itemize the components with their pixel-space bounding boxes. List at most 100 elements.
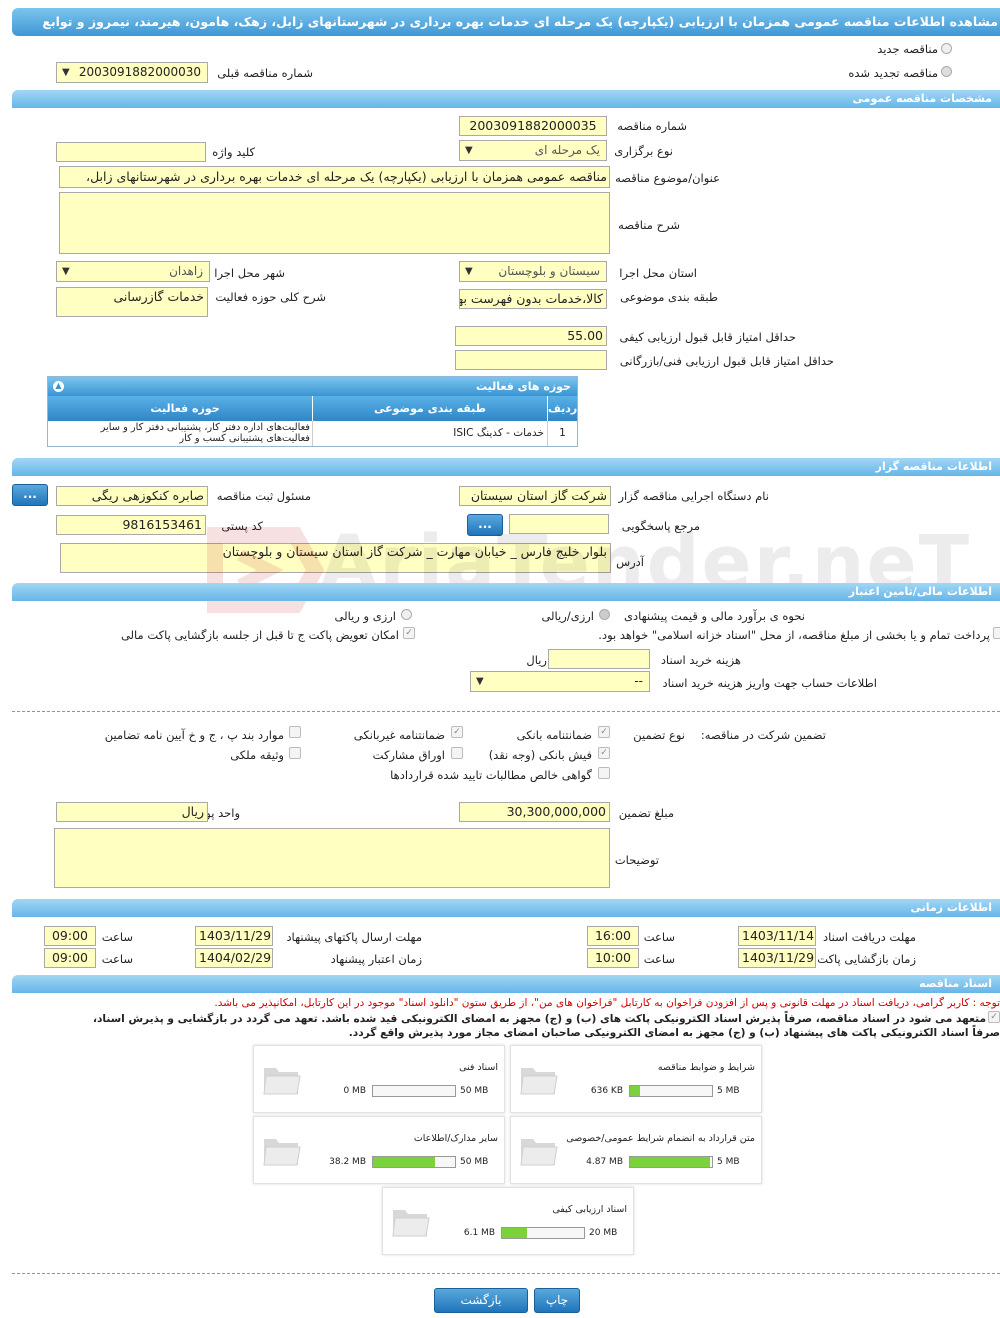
open-time-field[interactable]: 10:00 bbox=[587, 948, 639, 968]
min-tech-label: حداقل امتیاز قابل قبول ارزیابی فنی/بازرگ… bbox=[619, 354, 834, 368]
swap-checkbox[interactable]: ✓ bbox=[403, 627, 415, 639]
nonbank-guarantee-checkbox[interactable]: ✓ bbox=[451, 726, 463, 738]
postal-field[interactable]: 9816153461 bbox=[56, 515, 206, 535]
city-select[interactable]: زاهدان ▼ bbox=[56, 261, 210, 282]
back-button[interactable]: بازگشت bbox=[434, 1288, 528, 1313]
receive-date-field[interactable]: 1403/11/14 bbox=[738, 926, 816, 946]
scope-field[interactable]: خدمات گازرسانی bbox=[56, 287, 208, 317]
hour-label: ساعت bbox=[643, 952, 675, 966]
city-label: شهر محل اجرا bbox=[214, 266, 285, 280]
chevron-down-icon: ▼ bbox=[62, 67, 70, 78]
property-checkbox[interactable] bbox=[289, 747, 301, 759]
document-title: سایر مدارک/اطلاعات bbox=[413, 1133, 498, 1144]
document-title: شرایط و ضوابط مناقصه bbox=[657, 1062, 755, 1073]
chevron-down-icon: ▼ bbox=[62, 266, 70, 277]
guarantee-type-label: نوع تضمین bbox=[633, 728, 685, 742]
province-select[interactable]: سیستان و بلوچستان ▼ bbox=[459, 261, 607, 282]
chevron-down-icon: ▼ bbox=[465, 266, 473, 277]
keyword-field[interactable] bbox=[56, 142, 206, 162]
tender-number-field[interactable]: 2003091882000035 bbox=[459, 116, 607, 136]
clauses-label: موارد بند پ ، ج و خ آیین نامه تضامین bbox=[104, 728, 284, 742]
currency-field[interactable]: ریال bbox=[56, 802, 208, 822]
document-card[interactable]: اسناد ارزیابی کیفی 6.1 MB 20 MB bbox=[382, 1187, 634, 1255]
folder-icon bbox=[263, 1068, 301, 1095]
valid-date-field[interactable]: 1404/02/29 bbox=[195, 948, 273, 968]
collapse-icon[interactable]: ▲ bbox=[53, 381, 64, 392]
new-tender-radio[interactable] bbox=[941, 43, 952, 54]
postal-label: کد پستی bbox=[221, 519, 263, 533]
document-max-size: 5 MB bbox=[717, 1086, 740, 1096]
receive-time-field[interactable]: 16:00 bbox=[587, 926, 639, 946]
doc-fee-field[interactable] bbox=[548, 649, 650, 669]
send-time-field[interactable]: 09:00 bbox=[44, 926, 96, 946]
notes-label: توضیحات bbox=[614, 853, 659, 867]
org-field[interactable]: شرکت گاز استان سیستان bbox=[459, 486, 611, 506]
renewed-tender-radio[interactable] bbox=[941, 66, 952, 77]
doc-fee-unit: ریال bbox=[526, 653, 547, 667]
min-tech-field[interactable] bbox=[455, 350, 607, 370]
renewed-tender-label: مناقصه تجدید شده bbox=[848, 66, 938, 80]
section-general: مشخصات مناقصه عمومی bbox=[12, 90, 1000, 108]
rial-radio[interactable] bbox=[599, 609, 610, 620]
valid-time-field[interactable]: 09:00 bbox=[44, 948, 96, 968]
description-label: شرح مناقصه bbox=[618, 218, 680, 232]
document-used-size: 0 MB bbox=[343, 1086, 366, 1096]
min-quality-field[interactable]: 55.00 bbox=[455, 326, 607, 346]
bank-guarantee-checkbox[interactable]: ✓ bbox=[598, 726, 610, 738]
guarantee-title: تضمین شرکت در مناقصه: bbox=[700, 728, 826, 742]
section-timing: اطلاعات زمانی bbox=[12, 899, 1000, 917]
receivables-checkbox[interactable] bbox=[598, 767, 610, 779]
progress-bar bbox=[629, 1085, 713, 1097]
bank-receipt-checkbox[interactable]: ✓ bbox=[598, 747, 610, 759]
bank-guarantee-label: ضمانتنامه بانکی bbox=[516, 728, 592, 742]
print-button[interactable]: چاپ bbox=[534, 1288, 580, 1313]
chevron-down-icon: ▼ bbox=[465, 145, 473, 156]
type-label: نوع برگزاری bbox=[614, 144, 673, 158]
responsible-lookup-button[interactable]: ... bbox=[12, 484, 48, 506]
valid-label: زمان اعتبار پیشنهاد bbox=[330, 952, 422, 966]
commit-checkbox[interactable]: ✓ bbox=[988, 1011, 1000, 1023]
guarantee-amount-field[interactable]: 30,300,000,000 bbox=[459, 802, 610, 822]
document-card[interactable]: سایر مدارک/اطلاعات 38.2 MB 50 MB bbox=[253, 1116, 505, 1184]
commit-line1: متعهد می شود در اسناد مناقصه، صرفاً پذیر… bbox=[92, 1013, 986, 1025]
notice-text: توجه : کاربر گرامی، دریافت اسناد در مهلت… bbox=[214, 997, 1000, 1009]
clauses-checkbox[interactable] bbox=[289, 726, 301, 738]
bonds-checkbox[interactable] bbox=[451, 747, 463, 759]
document-card[interactable]: متن قرارداد به انضمام شرایط عمومی/خصوصی 4… bbox=[510, 1116, 762, 1184]
responsible-label: مسئول ثبت مناقصه bbox=[216, 489, 311, 503]
bank-receipt-label: فیش بانکی (وجه نقد) bbox=[488, 748, 592, 762]
fx-rial-radio[interactable] bbox=[401, 609, 412, 620]
send-date-field[interactable]: 1403/11/29 bbox=[195, 926, 273, 946]
document-used-size: 38.2 MB bbox=[329, 1157, 366, 1167]
account-select[interactable]: -- ▼ bbox=[470, 671, 650, 692]
section-documents: اسناد مناقصه bbox=[12, 975, 1000, 993]
estimate-label: نحوه ی برآورد مالی و قیمت پیشنهادی bbox=[623, 609, 805, 623]
open-label: زمان بازگشایی پاکت ها bbox=[804, 952, 916, 966]
description-field[interactable] bbox=[59, 192, 610, 254]
document-card[interactable]: اسناد فنی 0 MB 50 MB bbox=[253, 1045, 505, 1113]
open-date-field[interactable]: 1403/11/29 bbox=[738, 948, 816, 968]
receive-label: مهلت دریافت اسناد bbox=[823, 930, 916, 944]
prev-number-select[interactable]: 2003091882000030 ▼ bbox=[56, 62, 208, 83]
category-field[interactable]: کالا،خدمات بدون فهرست بها bbox=[459, 289, 607, 309]
document-title: اسناد فنی bbox=[459, 1062, 498, 1073]
divider bbox=[12, 711, 1000, 712]
document-card[interactable]: شرایط و ضوابط مناقصه 636 KB 5 MB bbox=[510, 1045, 762, 1113]
treasury-checkbox[interactable] bbox=[993, 627, 1000, 639]
doc-fee-label: هزینه خرید اسناد bbox=[660, 653, 741, 667]
treasury-label: پرداخت تمام و یا بخشی از مبلغ مناقصه، از… bbox=[598, 628, 990, 642]
rial-label: ارزی/ریالی bbox=[541, 609, 594, 623]
category-label: طبقه بندی موضوعی bbox=[620, 290, 718, 304]
type-select[interactable]: یک مرحله ای ▼ bbox=[459, 140, 607, 161]
scope-label: شرح کلی حوزه فعالیت bbox=[215, 290, 326, 304]
notes-field[interactable] bbox=[54, 828, 610, 888]
subject-label: عنوان/موضوع مناقصه bbox=[615, 171, 720, 185]
province-label: استان محل اجرا bbox=[619, 266, 697, 280]
document-max-size: 50 MB bbox=[460, 1157, 489, 1167]
activity-table-header: ردیف طبقه بندی موضوعی حوزه فعالیت bbox=[48, 396, 577, 421]
progress-fill bbox=[373, 1157, 436, 1167]
hour-label: ساعت bbox=[101, 952, 133, 966]
divider bbox=[12, 1273, 1000, 1274]
responsible-field[interactable]: صابره کنکوزهی ریگی bbox=[56, 486, 208, 506]
subject-field[interactable]: مناقصه عمومی همزمان با ارزیابی (یکپارچه)… bbox=[59, 166, 610, 188]
